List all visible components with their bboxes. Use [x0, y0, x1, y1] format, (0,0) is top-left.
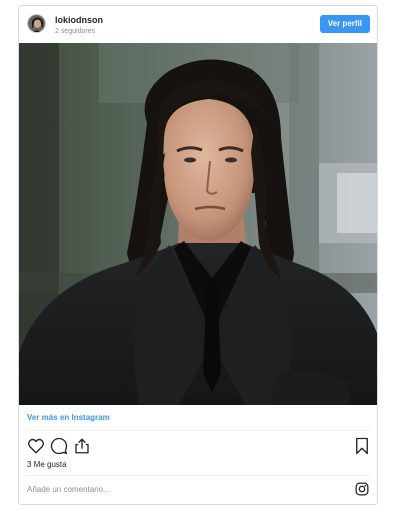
heart-icon[interactable]: [27, 437, 45, 455]
see-more-link[interactable]: Ver más en Instagram: [27, 413, 110, 423]
avatar[interactable]: [27, 14, 46, 33]
instagram-embed-card: lokiodnson 2 seguidores Ver perfil Ver m…: [18, 5, 378, 505]
instagram-icon[interactable]: [355, 482, 369, 496]
bookmark-icon[interactable]: [353, 437, 371, 455]
likes-count[interactable]: 3 Me gusta: [27, 460, 67, 470]
share-icon[interactable]: [73, 437, 91, 455]
comment-icon[interactable]: [50, 437, 68, 455]
action-bar: [25, 437, 371, 455]
username[interactable]: lokiodnson: [55, 15, 103, 26]
post-header: lokiodnson 2 seguidores Ver perfil: [19, 6, 377, 43]
followers-count: 2 seguidores: [55, 28, 96, 35]
divider: [26, 475, 370, 476]
post-image[interactable]: [19, 43, 377, 405]
comment-input[interactable]: [27, 483, 327, 495]
divider: [26, 430, 370, 431]
view-profile-button[interactable]: Ver perfil: [319, 15, 370, 33]
